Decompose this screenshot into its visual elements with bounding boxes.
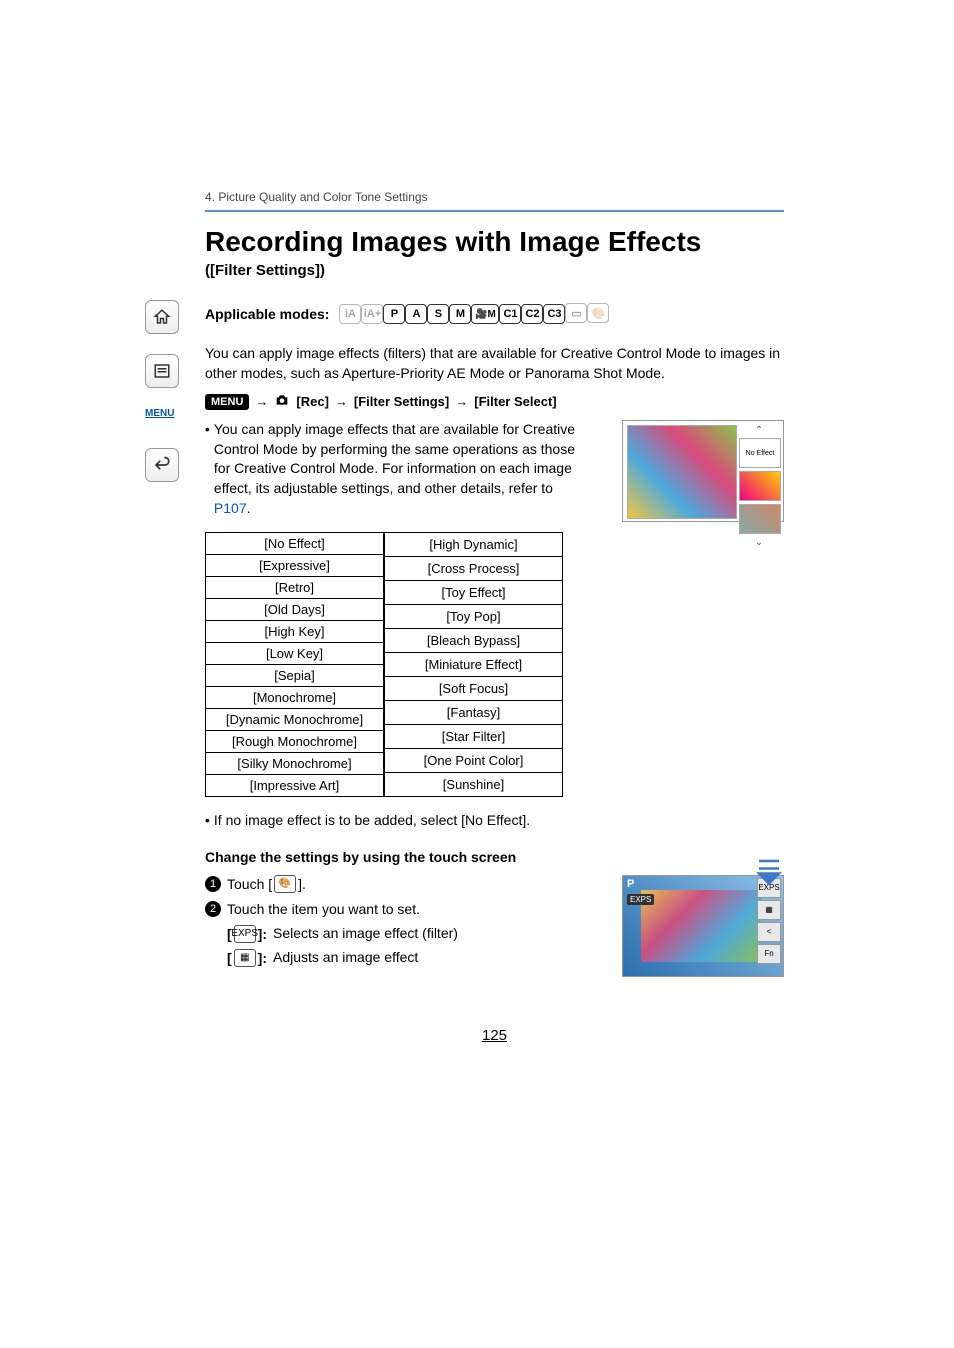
page-link-p107[interactable]: P107 xyxy=(214,500,247,516)
mode-icon-🎨: 🎨 xyxy=(587,303,609,323)
menu-path-filter-settings: [Filter Settings] xyxy=(354,394,449,409)
preview-thumb-effect xyxy=(739,504,781,534)
effect-indicator: EXPS xyxy=(627,894,654,905)
effect-cell: [Cross Process] xyxy=(385,557,563,581)
effect-cell: [Silky Monochrome] xyxy=(206,753,384,775)
effect-cell: [High Key] xyxy=(206,621,384,643)
touch-section-heading: Change the settings by using the touch s… xyxy=(205,849,784,865)
preview-thumb-no-effect: No Effect xyxy=(739,438,781,468)
mode-icon-▭: ▭ xyxy=(565,303,587,323)
effect-cell: [Star Filter] xyxy=(385,725,563,749)
desc-adjust: [▦]: Adjusts an image effect xyxy=(227,949,592,967)
effect-cell: [Dynamic Monochrome] xyxy=(206,709,384,731)
mode-icon-m: M xyxy=(449,304,471,324)
page-title: Recording Images with Image Effects xyxy=(205,226,784,258)
mode-indicator: P xyxy=(627,878,634,890)
home-icon-button[interactable] xyxy=(145,300,179,334)
mode-icon-ia+: iA+ xyxy=(361,304,383,324)
effect-cell: [Toy Effect] xyxy=(385,581,563,605)
adjust-icon: ▦ xyxy=(234,949,256,967)
effect-cell: [Miniature Effect] xyxy=(385,653,563,677)
page-number: 125 xyxy=(205,1027,784,1044)
filter-touch-icon: 🎨 xyxy=(274,875,296,893)
effects-table: [No Effect][Expressive][Retro][Old Days]… xyxy=(205,532,784,797)
mode-icon-🎥m: 🎥M xyxy=(471,304,499,324)
touch-step-1: 1 Touch [ 🎨 ]. xyxy=(205,875,592,893)
mode-icon-ia: iA xyxy=(339,304,361,324)
effect-cell: [Sunshine] xyxy=(385,773,563,797)
arrow-icon: → xyxy=(455,394,468,409)
effect-cell: [Retro] xyxy=(206,577,384,599)
mode-icon-p: P xyxy=(383,304,405,324)
menu-path-filter-select: [Filter Select] xyxy=(474,394,556,409)
touch-step-2: 2 Touch the item you want to set. xyxy=(205,901,592,917)
effect-cell: [Monochrome] xyxy=(206,687,384,709)
exps-icon: EXPS xyxy=(234,925,256,943)
effect-cell: [Old Days] xyxy=(206,599,384,621)
effect-cell: [Low Key] xyxy=(206,643,384,665)
effect-cell: [Bleach Bypass] xyxy=(385,629,563,653)
menu-chip: MENU xyxy=(205,394,249,410)
applicable-modes-row: Applicable modes: iAiA+PASM🎥MC1C2C3▭🎨 xyxy=(205,303,784,324)
effect-cell: [No Effect] xyxy=(206,533,384,555)
desc-exps: [EXPS]: Selects an image effect (filter) xyxy=(227,925,592,943)
bullet-note-1: • You can apply image effects that are a… xyxy=(205,420,582,518)
toc-icon-button[interactable] xyxy=(145,354,179,388)
menu-link[interactable]: MENU xyxy=(145,408,183,428)
preview-thumb-effect xyxy=(739,471,781,501)
subtitle: ([Filter Settings]) xyxy=(205,262,784,279)
arrow-icon: → xyxy=(335,394,348,409)
mode-icon-a: A xyxy=(405,304,427,324)
mode-icon-c3: C3 xyxy=(543,304,565,324)
divider xyxy=(205,210,784,212)
touch-btn-fn: Fn xyxy=(757,944,781,964)
touch-btn-back: < xyxy=(757,922,781,942)
back-icon-button[interactable] xyxy=(145,448,179,482)
intro-text: You can apply image effects (filters) th… xyxy=(205,344,784,383)
bullet-note-2: • If no image effect is to be added, sel… xyxy=(205,811,784,831)
effect-cell: [Soft Focus] xyxy=(385,677,563,701)
camera-icon xyxy=(274,393,290,410)
menu-path: MENU → [Rec] → [Filter Settings] → [Filt… xyxy=(205,393,784,410)
effect-cell: [Impressive Art] xyxy=(206,775,384,797)
applicable-modes-label: Applicable modes: xyxy=(205,306,329,322)
mode-icon-s: S xyxy=(427,304,449,324)
effect-cell: [Rough Monochrome] xyxy=(206,731,384,753)
effect-cell: [Expressive] xyxy=(206,555,384,577)
effect-cell: [Fantasy] xyxy=(385,701,563,725)
mode-icon-c2: C2 xyxy=(521,304,543,324)
arrow-icon: → xyxy=(255,394,268,409)
breadcrumb: 4. Picture Quality and Color Tone Settin… xyxy=(205,190,784,204)
mode-icon-c1: C1 xyxy=(499,304,521,324)
effect-cell: [One Point Color] xyxy=(385,749,563,773)
menu-path-rec: [Rec] xyxy=(296,394,329,409)
effect-cell: [Sepia] xyxy=(206,665,384,687)
effect-cell: [Toy Pop] xyxy=(385,605,563,629)
filter-preview-screenshot: ⌃ No Effect ⌄ xyxy=(622,420,784,522)
continue-arrow-icon xyxy=(754,856,784,894)
touch-btn-adjust: ▦ xyxy=(757,900,781,920)
effect-cell: [High Dynamic] xyxy=(385,533,563,557)
